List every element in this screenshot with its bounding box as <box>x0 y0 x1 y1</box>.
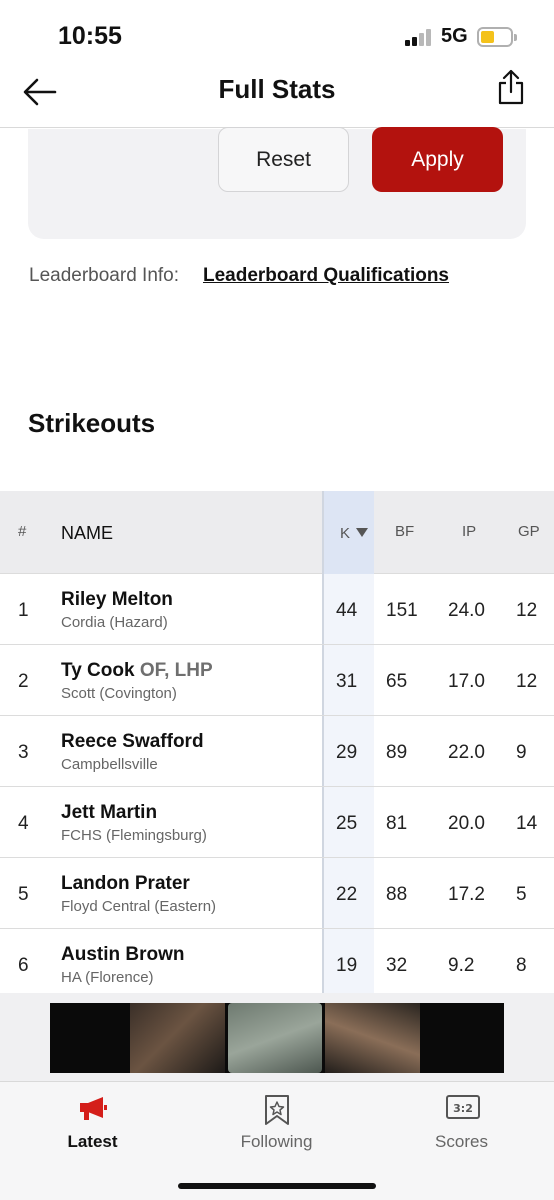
table-header: # NAME K BF IP GP <box>0 491 554 574</box>
section-title: Strikeouts <box>28 408 156 438</box>
ip-cell: 22.0 <box>448 742 485 763</box>
leaderboard-info-label: Leaderboard Info: <box>29 265 180 286</box>
svg-text:3:2: 3:2 <box>453 1102 473 1115</box>
gp-cell: 12 <box>516 671 538 692</box>
rank-cell: 3 <box>18 742 29 763</box>
k-cell: 29 <box>336 742 358 763</box>
k-cell: 22 <box>336 884 358 905</box>
ip-header[interactable]: IP <box>462 523 476 540</box>
leaderboard-qualifications-link[interactable]: Leaderboard Qualifications <box>203 265 449 287</box>
share-icon[interactable] <box>496 68 526 106</box>
filter-panel: Reset Apply <box>28 127 526 239</box>
k-header[interactable]: K <box>322 491 374 574</box>
table-row[interactable]: 4 Jett Martin FCHS (Flemingsburg) 25 81 … <box>0 787 554 858</box>
bf-cell: 88 <box>386 884 408 905</box>
ad-container <box>0 993 554 1081</box>
scoreboard-icon: 3:2 <box>445 1094 480 1124</box>
ip-cell: 17.0 <box>448 671 485 692</box>
player-school: Floyd Central (Eastern) <box>61 898 217 915</box>
table-row[interactable]: 1 Riley Melton Cordia (Hazard) 44 151 24… <box>0 574 554 645</box>
table-row[interactable]: 6 Austin Brown HA (Florence) 19 32 9.2 8 <box>0 929 554 1000</box>
ip-cell: 17.2 <box>448 884 485 905</box>
player-school: FCHS (Flemingsburg) <box>61 827 207 844</box>
player-school: Cordia (Hazard) <box>61 614 168 631</box>
gp-cell: 14 <box>516 813 538 834</box>
ip-cell: 9.2 <box>448 955 475 976</box>
k-cell: 19 <box>336 955 358 976</box>
ip-cell: 24.0 <box>448 600 485 621</box>
page-title: Full Stats <box>218 74 336 104</box>
bf-cell: 151 <box>386 600 418 621</box>
table-row[interactable]: 2 Ty Cook OF, LHP Scott (Covington) 31 6… <box>0 645 554 716</box>
bookmark-star-icon <box>261 1094 293 1125</box>
rank-cell: 4 <box>18 813 29 834</box>
bf-cell: 89 <box>386 742 408 763</box>
player-school: Campbellsville <box>61 756 158 773</box>
player-name[interactable]: Landon Prater <box>61 873 190 895</box>
player-name[interactable]: Reece Swafford <box>61 731 204 753</box>
rank-header: # <box>18 523 27 540</box>
table-row[interactable]: 5 Landon Prater Floyd Central (Eastern) … <box>0 858 554 929</box>
gp-cell: 8 <box>516 955 527 976</box>
rank-cell: 2 <box>18 671 29 692</box>
k-cell: 44 <box>336 600 358 621</box>
player-name[interactable]: Jett Martin <box>61 802 157 824</box>
bf-cell: 32 <box>386 955 408 976</box>
k-cell: 31 <box>336 671 358 692</box>
k-header-label: K <box>340 525 351 542</box>
stats-table: # NAME K BF IP GP 1 Riley Melton Cordia … <box>0 491 554 1000</box>
reset-button[interactable]: Reset <box>218 127 349 192</box>
nav-bar: Full Stats <box>0 62 554 128</box>
battery-icon <box>477 27 517 47</box>
name-header[interactable]: NAME <box>61 523 113 544</box>
gp-cell: 5 <box>516 884 527 905</box>
rank-cell: 5 <box>18 884 29 905</box>
ip-cell: 20.0 <box>448 813 485 834</box>
apply-button[interactable]: Apply <box>372 127 503 192</box>
sort-desc-icon <box>356 528 368 537</box>
tab-latest[interactable]: Latest <box>0 1082 185 1167</box>
player-school: HA (Florence) <box>61 969 154 986</box>
tab-label: Latest <box>67 1132 118 1151</box>
tab-label: Following <box>240 1132 313 1151</box>
rank-cell: 1 <box>18 600 29 621</box>
tab-following[interactable]: Following <box>184 1082 369 1167</box>
table-row[interactable]: 3 Reece Swafford Campbellsville 29 89 22… <box>0 716 554 787</box>
player-position: OF, LHP <box>139 660 213 681</box>
ad-banner[interactable] <box>50 1003 504 1073</box>
tab-scores[interactable]: 3:2 Scores <box>369 1082 554 1167</box>
megaphone-icon <box>77 1094 109 1124</box>
gp-cell: 9 <box>516 742 527 763</box>
k-cell: 25 <box>336 813 358 834</box>
player-name[interactable]: Riley Melton <box>61 589 173 611</box>
tab-label: Scores <box>435 1132 488 1151</box>
home-indicator[interactable] <box>178 1183 376 1189</box>
status-time: 10:55 <box>58 22 122 50</box>
signal-icon <box>405 28 433 46</box>
player-school: Scott (Covington) <box>61 685 177 702</box>
gp-header[interactable]: GP <box>518 523 540 540</box>
bf-cell: 65 <box>386 671 408 692</box>
bf-header[interactable]: BF <box>395 523 414 540</box>
rank-cell: 6 <box>18 955 29 976</box>
bf-cell: 81 <box>386 813 408 834</box>
gp-cell: 12 <box>516 600 538 621</box>
player-name[interactable]: Ty Cook OF, LHP <box>61 660 213 682</box>
player-name[interactable]: Austin Brown <box>61 944 185 966</box>
network-label: 5G <box>441 25 468 47</box>
status-bar: 10:55 5G <box>0 0 554 62</box>
